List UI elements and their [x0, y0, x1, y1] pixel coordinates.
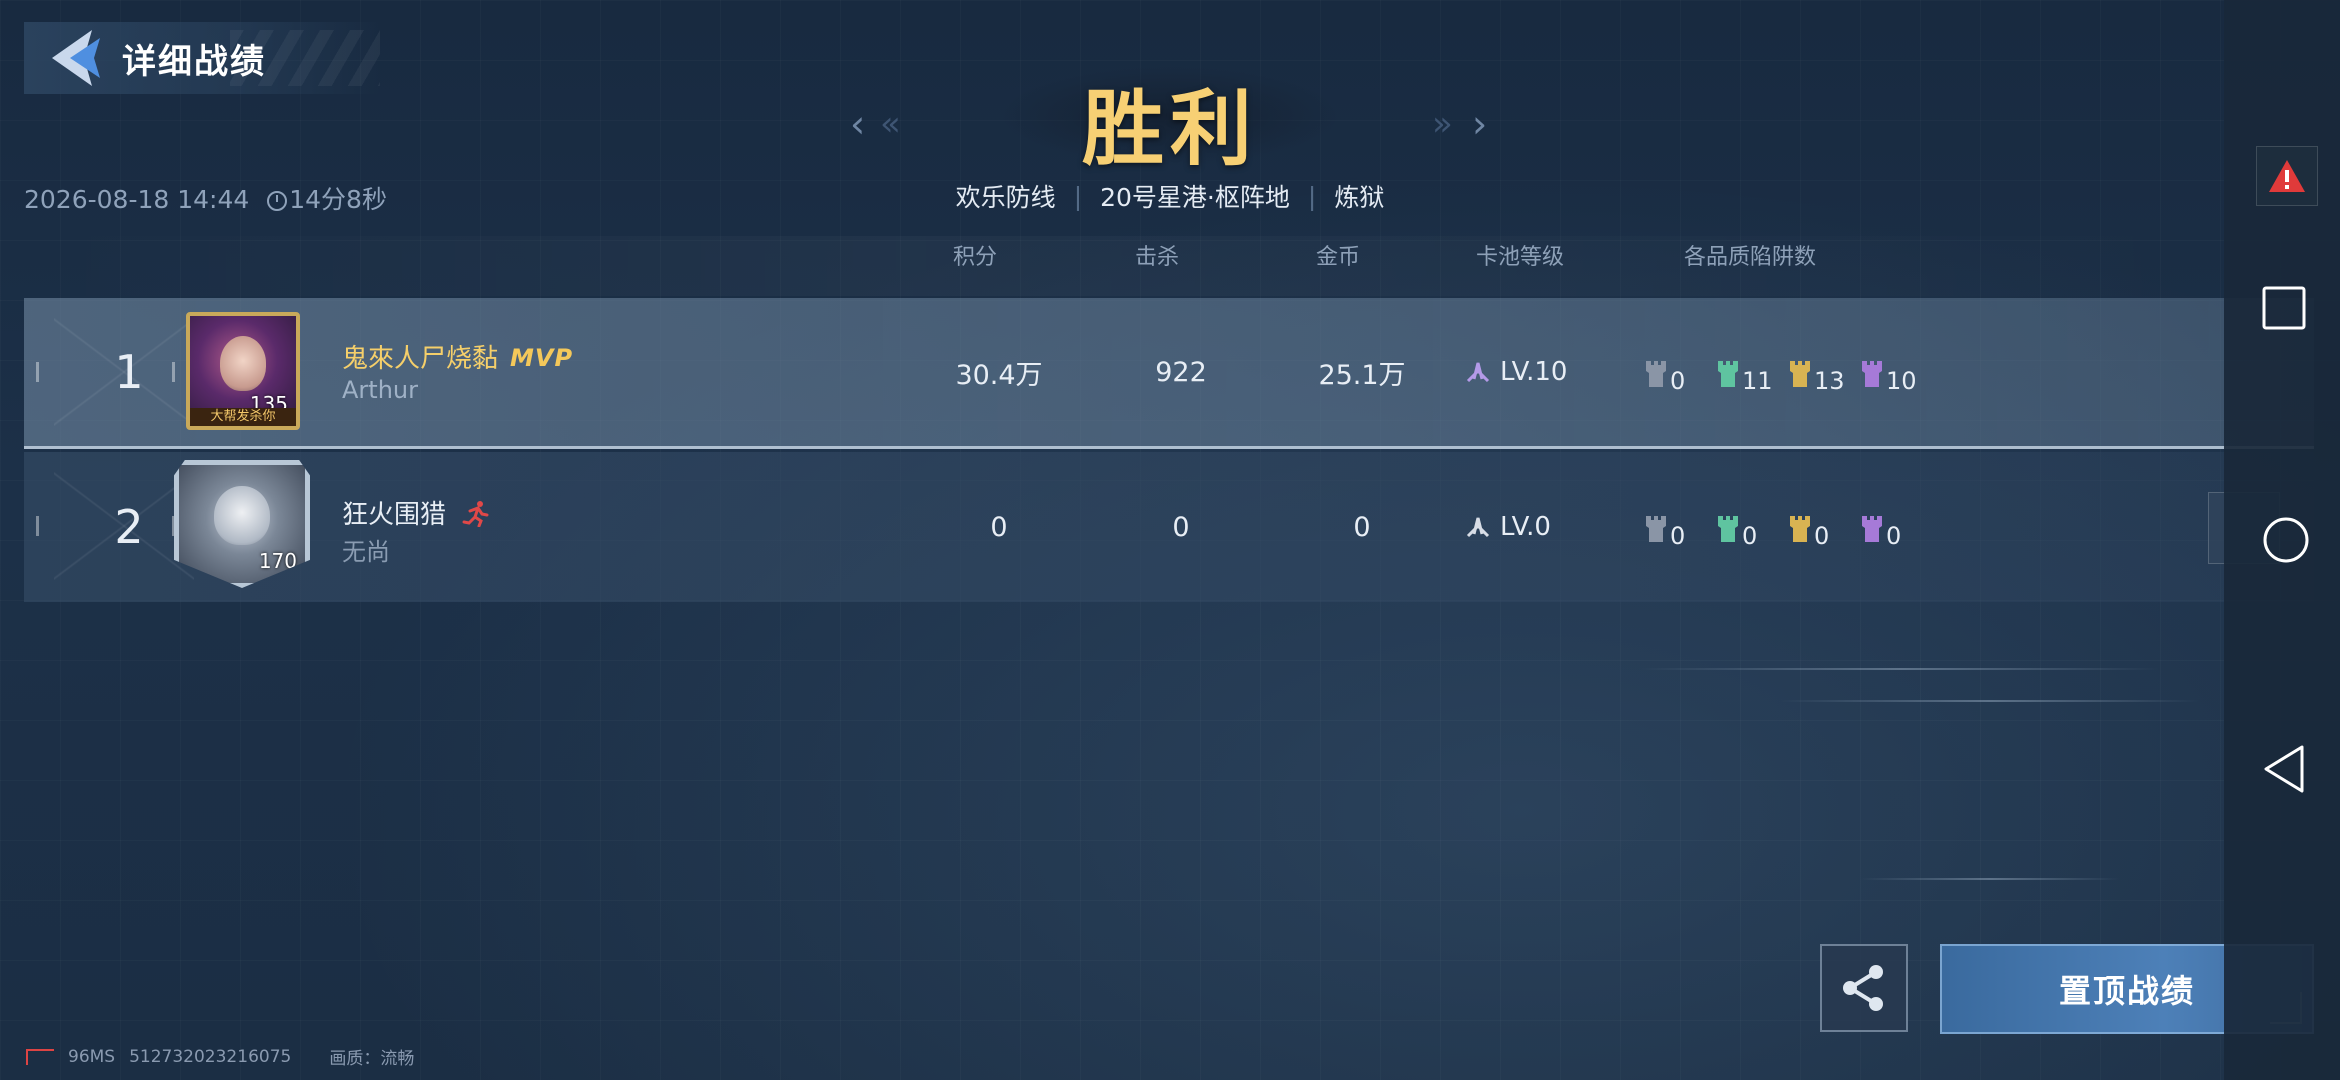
share-button[interactable] [1820, 944, 1908, 1032]
prev-decor-icon: « [880, 104, 901, 144]
trap-counts: 0 11 13 10 [1644, 298, 1922, 446]
mode-name: 欢乐防线 [955, 183, 1056, 212]
screen: 详细战绩 ‹ « 胜利 » › 2026-08-18 14:44 14分8秒 欢… [0, 0, 2340, 1080]
light-streak [1640, 668, 2160, 670]
col-kills: 击杀 [1134, 245, 1179, 270]
light-streak [1780, 700, 2200, 702]
rank-tick [36, 362, 39, 382]
clock-icon [267, 191, 288, 211]
trap-count: 0 [1886, 522, 1902, 550]
trap-purple: 0 [1860, 504, 1922, 550]
trap-gray: 0 [1644, 349, 1706, 395]
trap-tower-icon [1860, 512, 1884, 550]
share-icon [1843, 965, 1883, 1011]
report-button[interactable] [2256, 146, 2318, 206]
pool-level: LV.0 [1464, 452, 1604, 602]
decor-stripes [230, 30, 380, 86]
avatar[interactable]: 170 [174, 460, 310, 588]
network-icon [26, 1048, 54, 1065]
player-name-text: 鬼來人尸烧黏 [342, 344, 499, 374]
trap-tower-icon [1716, 512, 1740, 550]
pool-level-value: LV.10 [1500, 357, 1568, 387]
circle-icon[interactable] [2262, 516, 2310, 564]
pool-level: LV.10 [1464, 298, 1604, 446]
avatar[interactable]: 135 大帮发杀你 [186, 312, 300, 430]
triangle-back-icon[interactable] [2262, 744, 2306, 794]
pool-level-value: LV.0 [1500, 512, 1551, 542]
rank-number: 2 [114, 500, 144, 554]
avatar-caption: 大帮发杀你 [190, 408, 296, 426]
result-title: 胜利 [1081, 82, 1258, 177]
trap-count: 11 [1742, 367, 1773, 395]
map-name: 20号星港·枢阵地 [1100, 183, 1290, 212]
trap-counts: 0 0 0 0 [1644, 452, 1922, 602]
trap-count: 13 [1814, 367, 1845, 395]
trap-count: 0 [1742, 522, 1758, 550]
player-name: 鬼來人尸烧黏 MVP [342, 338, 573, 375]
score-value: 0 [990, 511, 1008, 543]
trap-tower-icon [1788, 512, 1812, 550]
difficulty: 炼狱 [1334, 183, 1385, 212]
warning-icon [2269, 160, 2305, 192]
trap-count: 0 [1670, 367, 1686, 395]
next-match-arrow[interactable]: › [1472, 104, 1487, 144]
player-subname: Arthur [342, 376, 418, 404]
separator: | [1073, 181, 1083, 211]
player-row[interactable]: 2 170 狂火围猎 无尚 0 0 0 LV.0 0 0 0 0 [24, 452, 2314, 602]
trap-tower-icon [1788, 357, 1812, 395]
player-row[interactable]: 1 135 大帮发杀你 鬼來人尸烧黏 MVP Arthur 30.4万 922 2… [24, 298, 2314, 449]
player-name: 狂火围猎 [342, 494, 490, 531]
trap-gold: 13 [1788, 349, 1850, 395]
mode-info: 欢乐防线 | 20号星港·枢阵地 | 炼狱 [956, 178, 1385, 214]
match-duration: 14分8秒 [289, 185, 387, 214]
light-streak [1860, 878, 2120, 880]
trap-purple: 10 [1860, 349, 1922, 395]
trap-count: 0 [1814, 522, 1830, 550]
trap-gold: 0 [1788, 504, 1850, 550]
trap-green: 11 [1716, 349, 1778, 395]
col-pool-level: 卡池等级 [1475, 245, 1564, 270]
col-traps: 各品质陷阱数 [1683, 245, 1816, 270]
score-value: 30.4万 [955, 359, 1043, 391]
mvp-badge: MVP [510, 344, 574, 372]
trap-count: 0 [1670, 522, 1686, 550]
square-icon[interactable] [2262, 286, 2306, 330]
trap-tower-icon [1860, 357, 1884, 395]
pin-record-label: 置顶战绩 [2058, 972, 2195, 1010]
footer-status: 96MS 512732023216075 画质：流畅 [26, 1044, 414, 1069]
col-score: 积分 [952, 245, 997, 270]
rank-tick [36, 516, 39, 536]
trap-green: 0 [1716, 504, 1778, 550]
avatar-level: 170 [258, 549, 297, 573]
trap-tower-icon [1644, 357, 1668, 395]
pool-level-icon [1466, 362, 1490, 383]
player-name-text: 狂火围猎 [342, 500, 447, 530]
kills-value: 0 [1172, 511, 1190, 543]
gold-value: 25.1万 [1318, 359, 1406, 391]
ping-value: 96MS [68, 1046, 116, 1067]
rank-number: 1 [114, 345, 144, 399]
prev-match-arrow[interactable]: ‹ [850, 104, 865, 144]
separator: | [1307, 181, 1317, 211]
quality-label: 画质：流畅 [329, 1049, 415, 1069]
pool-level-icon [1466, 517, 1490, 538]
kills-value: 922 [1155, 356, 1207, 388]
gold-value: 0 [1353, 511, 1371, 543]
run-icon [462, 501, 489, 527]
match-id: 512732023216075 [129, 1046, 292, 1067]
next-decor-icon: » [1432, 104, 1453, 144]
trap-gray: 0 [1644, 504, 1706, 550]
avatar-portrait [219, 335, 267, 391]
avatar-portrait [214, 486, 270, 546]
col-gold: 金币 [1315, 245, 1360, 270]
trap-tower-icon [1644, 512, 1668, 550]
back-arrow-icon [52, 30, 100, 86]
trap-count: 10 [1886, 367, 1917, 395]
match-datetime: 2026-08-18 14:44 [24, 185, 250, 214]
match-time: 2026-08-18 14:44 14分8秒 [24, 180, 387, 216]
trap-tower-icon [1716, 357, 1740, 395]
player-subname: 无尚 [342, 538, 390, 566]
